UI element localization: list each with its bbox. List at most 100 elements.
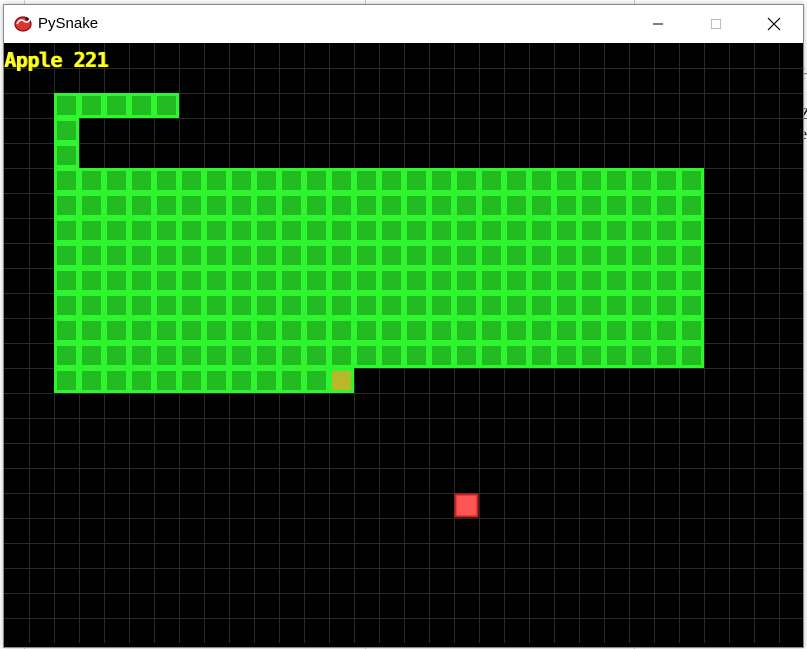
apple bbox=[454, 493, 479, 518]
snake-segment bbox=[204, 368, 229, 393]
snake-segment bbox=[79, 93, 104, 118]
apple-score: Apple 221 bbox=[4, 48, 108, 72]
snake-segment bbox=[279, 343, 304, 368]
snake-segment bbox=[129, 243, 154, 268]
snake-segment bbox=[654, 268, 679, 293]
snake-segment bbox=[354, 168, 379, 193]
snake-segment bbox=[404, 218, 429, 243]
snake-segment bbox=[329, 318, 354, 343]
snake-segment bbox=[629, 193, 654, 218]
snake-segment bbox=[104, 193, 129, 218]
snake-segment bbox=[129, 318, 154, 343]
snake-segment bbox=[54, 268, 79, 293]
snake-segment bbox=[204, 293, 229, 318]
snake-segment bbox=[429, 243, 454, 268]
snake-segment bbox=[254, 268, 279, 293]
snake-segment bbox=[654, 193, 679, 218]
snake-segment bbox=[254, 218, 279, 243]
snake-segment bbox=[479, 168, 504, 193]
snake-segment bbox=[379, 218, 404, 243]
snake-segment bbox=[54, 343, 79, 368]
snake-segment bbox=[629, 268, 654, 293]
snake-segment bbox=[104, 218, 129, 243]
window-title: PySnake bbox=[38, 15, 99, 32]
snake-segment bbox=[179, 343, 204, 368]
snake-segment bbox=[379, 268, 404, 293]
snake-segment bbox=[579, 293, 604, 318]
snake-segment bbox=[254, 193, 279, 218]
snake-segment bbox=[54, 93, 79, 118]
game-canvas[interactable]: Apple 221 bbox=[4, 43, 803, 643]
snake-segment bbox=[579, 268, 604, 293]
snake-segment bbox=[279, 218, 304, 243]
snake-segment bbox=[104, 168, 129, 193]
snake-segment bbox=[454, 268, 479, 293]
title-bar[interactable]: PySnake bbox=[4, 5, 803, 43]
snake-segment bbox=[104, 243, 129, 268]
snake-segment bbox=[104, 268, 129, 293]
snake-segment bbox=[254, 243, 279, 268]
snake-segment bbox=[204, 268, 229, 293]
snake-segment bbox=[629, 318, 654, 343]
snake-segment bbox=[54, 318, 79, 343]
snake-segment bbox=[154, 293, 179, 318]
snake-segment bbox=[304, 343, 329, 368]
snake-segment bbox=[304, 243, 329, 268]
snake-segment bbox=[429, 218, 454, 243]
snake-segment bbox=[154, 368, 179, 393]
close-icon bbox=[767, 17, 781, 31]
snake-segment bbox=[54, 118, 79, 143]
snake-segment bbox=[129, 218, 154, 243]
snake-segment bbox=[354, 343, 379, 368]
close-button[interactable] bbox=[745, 5, 803, 43]
snake-segment bbox=[79, 318, 104, 343]
snake-segment bbox=[79, 368, 104, 393]
snake-segment bbox=[154, 318, 179, 343]
snake-segment bbox=[279, 168, 304, 193]
snake-segment bbox=[204, 218, 229, 243]
snake-segment bbox=[679, 218, 704, 243]
snake-segment bbox=[529, 268, 554, 293]
snake-segment bbox=[579, 168, 604, 193]
snake-segment bbox=[404, 343, 429, 368]
snake-segment bbox=[404, 193, 429, 218]
snake-segment bbox=[629, 218, 654, 243]
snake-segment bbox=[479, 243, 504, 268]
snake-segment bbox=[529, 218, 554, 243]
snake-segment bbox=[304, 168, 329, 193]
pysnake-window: PySnake Apple 221 bbox=[3, 4, 804, 648]
snake-segment bbox=[529, 168, 554, 193]
snake-segment bbox=[104, 93, 129, 118]
minimize-button[interactable] bbox=[629, 5, 687, 43]
snake-segment bbox=[279, 193, 304, 218]
maximize-button[interactable] bbox=[687, 5, 745, 43]
snake-segment bbox=[504, 343, 529, 368]
snake-segment bbox=[179, 368, 204, 393]
snake-segment bbox=[204, 193, 229, 218]
snake-segment bbox=[679, 193, 704, 218]
snake-segment bbox=[629, 293, 654, 318]
snake-segment bbox=[154, 218, 179, 243]
snake-segment bbox=[329, 218, 354, 243]
snake-segment bbox=[54, 368, 79, 393]
snake-segment bbox=[354, 193, 379, 218]
snake-segment bbox=[104, 343, 129, 368]
snake-segment bbox=[629, 343, 654, 368]
snake-segment bbox=[429, 293, 454, 318]
snake-segment bbox=[129, 268, 154, 293]
snake-segment bbox=[679, 318, 704, 343]
snake-segment bbox=[479, 343, 504, 368]
snake-segment bbox=[79, 168, 104, 193]
snake-segment bbox=[254, 293, 279, 318]
snake-segment bbox=[554, 318, 579, 343]
snake-segment bbox=[329, 293, 354, 318]
snake-segment bbox=[304, 293, 329, 318]
snake-segment bbox=[354, 293, 379, 318]
snake-segment bbox=[329, 168, 354, 193]
snake-segment bbox=[129, 93, 154, 118]
snake-segment bbox=[404, 293, 429, 318]
snake-segment bbox=[629, 168, 654, 193]
snake-segment bbox=[604, 293, 629, 318]
snake-segment bbox=[304, 268, 329, 293]
snake-segment bbox=[604, 268, 629, 293]
